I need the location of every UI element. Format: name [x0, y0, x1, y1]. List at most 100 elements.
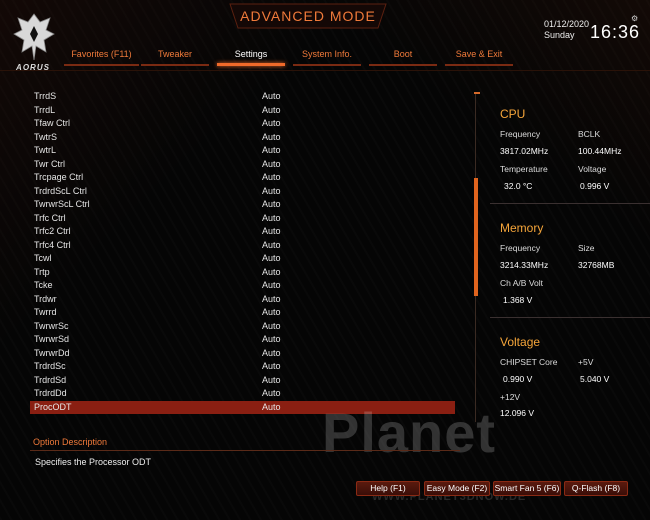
- tab-settings[interactable]: Settings: [217, 48, 285, 66]
- setting-row[interactable]: TwrwrSc Auto: [30, 320, 455, 334]
- tab-system-info[interactable]: System Info.: [293, 48, 361, 66]
- clock-time: 16:36: [590, 22, 641, 42]
- memory-volt-label: Ch A/B Volt: [500, 278, 543, 288]
- setting-value[interactable]: Auto: [262, 131, 281, 145]
- tab-favorites[interactable]: Favorites (F11): [64, 48, 139, 66]
- setting-value[interactable]: Auto: [262, 212, 281, 226]
- setting-name: Trfc Ctrl: [34, 212, 66, 223]
- setting-name: TrdrdSd: [34, 374, 67, 385]
- setting-name: TrrdS: [34, 91, 57, 101]
- setting-row[interactable]: Tcwl Auto: [30, 252, 455, 266]
- setting-value[interactable]: Auto: [262, 306, 281, 320]
- memory-size-value: 32768MB: [578, 260, 615, 270]
- tab-label: Settings: [234, 49, 268, 59]
- setting-row[interactable]: TrdrdSc Auto: [30, 360, 455, 374]
- setting-name: TwtrL: [34, 145, 57, 155]
- cpu-frequency-value: 3817.02MHz: [500, 146, 549, 156]
- setting-value[interactable]: Auto: [262, 374, 281, 388]
- plus5v-label: +5V: [578, 357, 594, 367]
- easy-mode-button[interactable]: Easy Mode (F2): [424, 481, 490, 496]
- cpu-temperature-value: 32.0 °C: [504, 181, 533, 191]
- setting-row[interactable]: Tfaw Ctrl Auto: [30, 117, 455, 131]
- setting-row[interactable]: Twr Ctrl Auto: [30, 158, 455, 172]
- date-text: 01/12/2020: [544, 19, 590, 29]
- setting-row[interactable]: Trtp Auto: [30, 266, 455, 280]
- memory-volt-value: 1.368 V: [503, 295, 533, 305]
- cpu-frequency-label: Frequency: [500, 129, 541, 139]
- setting-name: TwrwrSc: [34, 320, 69, 331]
- panel-divider: [490, 317, 650, 318]
- setting-name: Tfaw Ctrl: [34, 118, 70, 128]
- setting-name: Trcpage Ctrl: [34, 172, 84, 182]
- gear-icon[interactable]: ⚙: [631, 14, 638, 23]
- setting-name: Trfc4 Ctrl: [34, 239, 71, 250]
- setting-value[interactable]: Auto: [262, 387, 281, 401]
- setting-row[interactable]: TrrdS Auto: [30, 90, 455, 104]
- setting-row[interactable]: Trfc4 Ctrl Auto: [30, 239, 455, 253]
- setting-value[interactable]: Auto: [262, 401, 281, 415]
- setting-name: Tcwl: [34, 253, 52, 263]
- setting-row[interactable]: TrdrdSd Auto: [30, 374, 455, 388]
- setting-value[interactable]: Auto: [262, 333, 281, 347]
- setting-row[interactable]: Trdwr Auto: [30, 293, 455, 307]
- panel-divider: [490, 203, 650, 204]
- plus5v-value: 5.040 V: [580, 374, 610, 384]
- setting-row[interactable]: Trfc Ctrl Auto: [30, 212, 455, 226]
- setting-row[interactable]: Trfc2 Ctrl Auto: [30, 225, 455, 239]
- setting-value[interactable]: Auto: [262, 171, 281, 185]
- setting-value[interactable]: Auto: [262, 158, 281, 172]
- setting-row[interactable]: Twrrd Auto: [30, 306, 455, 320]
- setting-value[interactable]: Auto: [262, 90, 281, 104]
- setting-name: Twrrd: [34, 307, 57, 317]
- qflash-button[interactable]: Q-Flash (F8): [564, 481, 628, 496]
- setting-row[interactable]: Tcke Auto: [30, 279, 455, 293]
- plus12v-value: 12.096 V: [500, 408, 535, 418]
- cpu-voltage-label: Voltage: [578, 164, 607, 174]
- cpu-voltage-value: 0.996 V: [580, 181, 610, 191]
- setting-value[interactable]: Auto: [262, 293, 281, 307]
- tab-save-exit[interactable]: Save & Exit: [445, 48, 513, 66]
- scroll-track-cap: [474, 92, 480, 94]
- setting-row[interactable]: TwrwrSd Auto: [30, 333, 455, 347]
- header-divider: [0, 70, 650, 71]
- setting-row[interactable]: TrdrdScL Ctrl Auto: [30, 185, 455, 199]
- setting-row[interactable]: TwrwrScL Ctrl Auto: [30, 198, 455, 212]
- setting-row[interactable]: TrrdL Auto: [30, 104, 455, 118]
- tab-tweaker[interactable]: Tweaker: [141, 48, 209, 66]
- help-button[interactable]: Help (F1): [356, 481, 420, 496]
- memory-section-title: Memory: [500, 221, 544, 235]
- setting-value[interactable]: Auto: [262, 279, 281, 293]
- memory-size-label: Size: [578, 243, 595, 253]
- setting-value[interactable]: Auto: [262, 144, 281, 158]
- setting-value[interactable]: Auto: [262, 117, 281, 131]
- setting-value[interactable]: Auto: [262, 239, 281, 253]
- setting-name: Trtp: [34, 266, 50, 277]
- setting-row[interactable]: TwrwrDd Auto: [30, 347, 455, 361]
- setting-value[interactable]: Auto: [262, 252, 281, 266]
- tab-label: System Info.: [301, 49, 353, 59]
- memory-frequency-value: 3214.33MHz: [500, 260, 549, 270]
- setting-row[interactable]: TwtrS Auto: [30, 131, 455, 145]
- setting-value[interactable]: Auto: [262, 198, 281, 212]
- setting-row[interactable]: TrdrdDd Auto: [30, 387, 455, 401]
- cpu-bclk-value: 100.44MHz: [578, 146, 622, 156]
- setting-row[interactable]: Trcpage Ctrl Auto: [30, 171, 455, 185]
- setting-value[interactable]: Auto: [262, 347, 281, 361]
- cpu-bclk-label: BCLK: [578, 129, 601, 139]
- setting-value[interactable]: Auto: [262, 360, 281, 374]
- setting-value[interactable]: Auto: [262, 225, 281, 239]
- tab-label: Boot: [393, 49, 413, 59]
- setting-value[interactable]: Auto: [262, 104, 281, 118]
- cpu-temperature-label: Temperature: [500, 164, 548, 174]
- smart-fan-button[interactable]: Smart Fan 5 (F6): [493, 481, 561, 496]
- option-description-text: Specifies the Processor ODT: [35, 457, 152, 467]
- tab-boot[interactable]: Boot: [369, 48, 437, 66]
- setting-value[interactable]: Auto: [262, 266, 281, 280]
- settings-scrollbar[interactable]: [474, 92, 480, 422]
- scroll-thumb[interactable]: [474, 178, 478, 296]
- setting-value[interactable]: Auto: [262, 185, 281, 199]
- setting-value[interactable]: Auto: [262, 320, 281, 334]
- header: AORUS ADVANCED MODE 01/12/2020 Sunday 16…: [0, 0, 650, 78]
- chipset-core-value: 0.990 V: [503, 374, 533, 384]
- setting-row[interactable]: TwtrL Auto: [30, 144, 455, 158]
